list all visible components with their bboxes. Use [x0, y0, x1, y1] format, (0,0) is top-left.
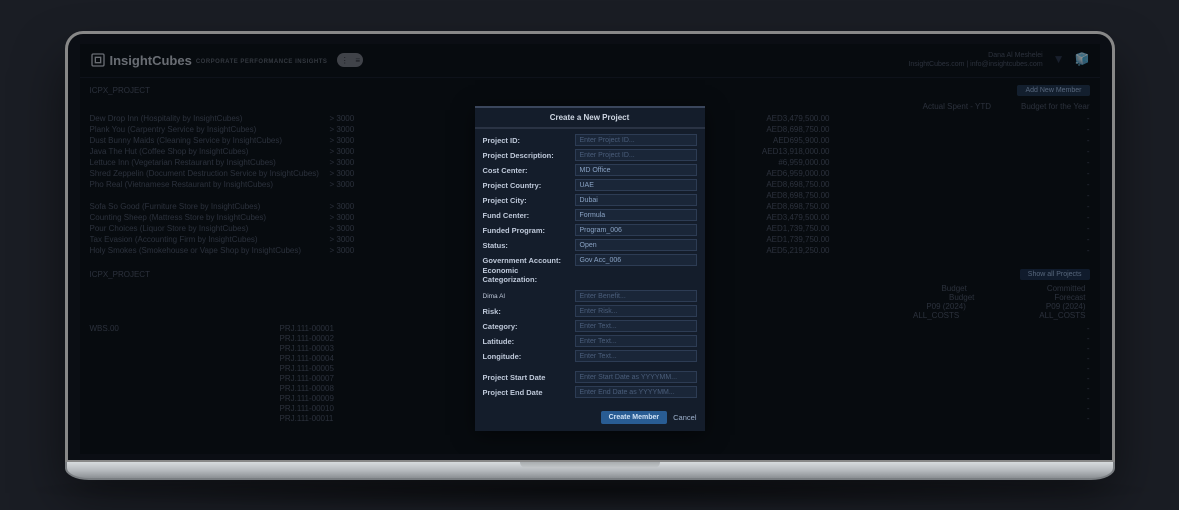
- logo-icon: [90, 52, 106, 68]
- field-label: Project Description:: [483, 151, 575, 160]
- col-budget: Budget for the Year: [1021, 102, 1090, 111]
- longitude-input[interactable]: Enter Text...: [575, 350, 697, 362]
- field-label: Project City:: [483, 196, 575, 205]
- field-label: Government Account:: [483, 256, 575, 265]
- h-budget2: Budget: [949, 293, 974, 302]
- status-input[interactable]: Open: [575, 239, 697, 251]
- h-all: ALL_COSTS: [913, 311, 959, 320]
- h-committed: Committed: [1047, 284, 1086, 293]
- field-label: Dima Al: [483, 293, 575, 300]
- fund_center-input[interactable]: Formula: [575, 209, 697, 221]
- brand-name: InsightCubes: [110, 53, 192, 68]
- end_date-input[interactable]: Enter End Date as YYYYMM...: [575, 386, 697, 398]
- h-period: P09 (2024): [926, 302, 966, 311]
- category-input[interactable]: Enter Text...: [575, 320, 697, 332]
- h-all2: ALL_COSTS: [1039, 311, 1085, 320]
- show-all-button[interactable]: Show all Projects: [1020, 269, 1090, 280]
- h-period2: P09 (2024): [1046, 302, 1086, 311]
- field-label: Risk:: [483, 307, 575, 316]
- user-contact: InsightCubes.com | info@insightcubes.com: [908, 60, 1042, 69]
- section2-title: ICPX_PROJECT: [90, 270, 150, 279]
- field-label: Project End Date: [483, 388, 575, 397]
- user-name: Dana Al Meshelei: [908, 51, 1042, 60]
- funded_program-input[interactable]: Program_006: [575, 224, 697, 236]
- field-label: Category:: [483, 322, 575, 331]
- cart-icon[interactable]: 🧊: [1075, 52, 1090, 68]
- field-label: Status:: [483, 241, 575, 250]
- project_id-input[interactable]: Enter Project ID...: [575, 134, 697, 146]
- field-label: Longitude:: [483, 352, 575, 361]
- project_desc-input[interactable]: Enter Project ID...: [575, 149, 697, 161]
- col-spent: Actual Spent - YTD: [923, 102, 991, 111]
- create-project-modal: Create a New Project Project ID:Enter Pr…: [475, 106, 705, 431]
- field-label: Project ID:: [483, 136, 575, 145]
- field-label: Fund Center:: [483, 211, 575, 220]
- start_date-input[interactable]: Enter Start Date as YYYYMM...: [575, 371, 697, 383]
- field-label: Funded Program:: [483, 226, 575, 235]
- field-label: Latitude:: [483, 337, 575, 346]
- dima_al-input[interactable]: Enter Benefit...: [575, 290, 697, 302]
- field-label: Project Country:: [483, 181, 575, 190]
- header-toggle[interactable]: ⋮≡: [337, 53, 363, 67]
- app-screen: InsightCubes CORPORATE PERFORMANCE INSIG…: [80, 44, 1100, 454]
- h-budget: Budget: [941, 284, 966, 293]
- modal-title: Create a New Project: [475, 108, 705, 127]
- cost_center-input[interactable]: MD Office: [575, 164, 697, 176]
- brand-logo: InsightCubes CORPORATE PERFORMANCE INSIG…: [90, 52, 328, 68]
- latitude-input[interactable]: Enter Text...: [575, 335, 697, 347]
- country-input[interactable]: UAE: [575, 179, 697, 191]
- field-label: Economic Categorization:: [483, 266, 575, 284]
- filter-icon[interactable]: ▼: [1053, 52, 1065, 68]
- field-label: Cost Center:: [483, 166, 575, 175]
- city-input[interactable]: Dubai: [575, 194, 697, 206]
- app-header: InsightCubes CORPORATE PERFORMANCE INSIG…: [80, 44, 1100, 78]
- create-member-button[interactable]: Create Member: [601, 411, 668, 424]
- laptop-base: [65, 462, 1115, 480]
- field-label: Project Start Date: [483, 373, 575, 382]
- brand-subtitle: CORPORATE PERFORMANCE INSIGHTS: [196, 59, 328, 65]
- section1-title: ICPX_PROJECT: [90, 86, 150, 95]
- h-forecast: Forecast: [1054, 293, 1085, 302]
- add-member-button[interactable]: Add New Member: [1017, 85, 1089, 96]
- wbs-label: WBS.00: [90, 324, 280, 333]
- risk-input[interactable]: Enter Risk...: [575, 305, 697, 317]
- cancel-button[interactable]: Cancel: [673, 413, 696, 422]
- section1-bar: ICPX_PROJECT Add New Member: [90, 82, 1090, 100]
- gov_account-input[interactable]: Gov Acc_006: [575, 254, 697, 266]
